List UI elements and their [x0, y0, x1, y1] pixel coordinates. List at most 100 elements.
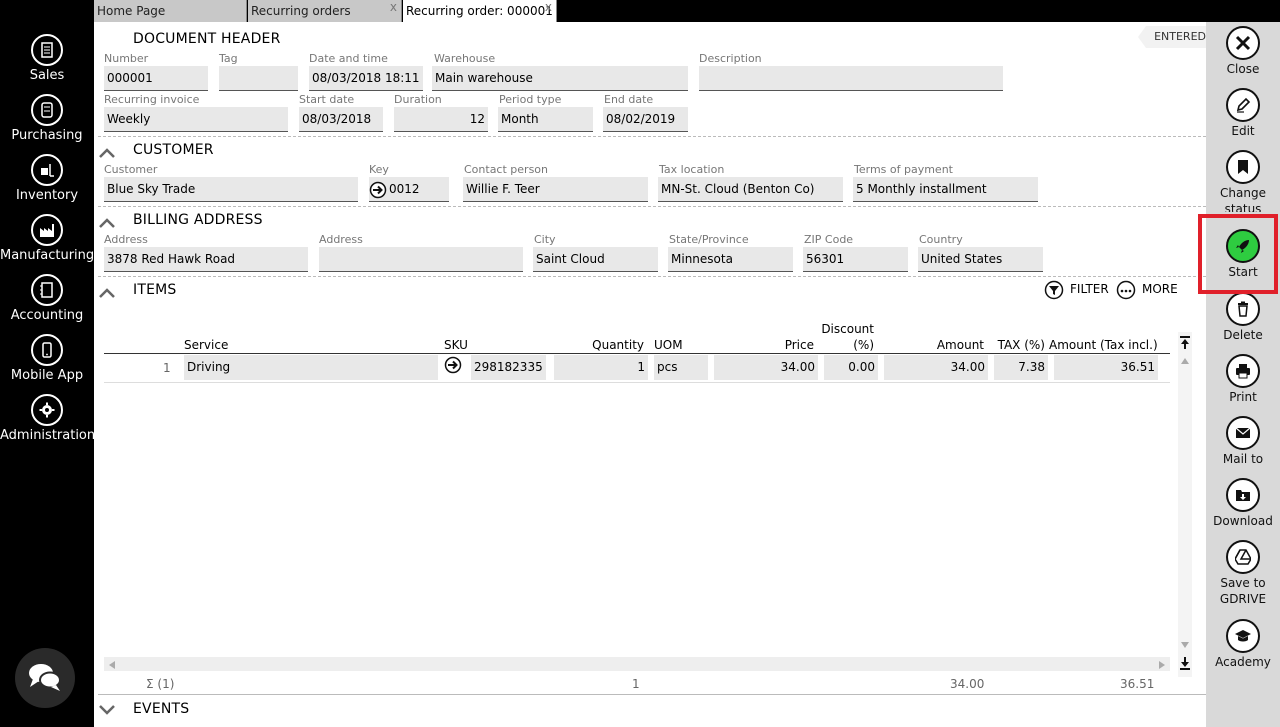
tax-cell[interactable]: 7.38 — [994, 355, 1048, 380]
chevron-down-icon[interactable] — [98, 704, 116, 716]
action-label: Save to GDRIVE — [1219, 576, 1267, 606]
tag-label: Tag — [219, 52, 238, 65]
address1-field[interactable]: 3878 Red Hawk Road — [104, 247, 308, 272]
column-header-sku[interactable]: SKU — [444, 338, 468, 352]
nav-label: Sales — [29, 68, 65, 83]
action-label: Download — [1213, 514, 1273, 528]
datetime-label: Date and time — [309, 52, 388, 65]
start-date-field[interactable]: 08/03/2018 — [299, 107, 383, 132]
price-cell[interactable]: 34.00 — [714, 355, 818, 380]
tab-label: Recurring orders — [251, 4, 351, 18]
download-button[interactable]: Download — [1206, 478, 1280, 529]
column-header-quantity[interactable]: Quantity — [574, 338, 644, 352]
duration-field[interactable]: 12 — [394, 107, 488, 132]
quantity-cell[interactable]: 1 — [554, 355, 648, 380]
nav-accounting[interactable]: Accounting — [0, 274, 94, 324]
period-type-field[interactable]: Month — [498, 107, 593, 132]
mail-to-button[interactable]: Mail to — [1206, 416, 1280, 467]
inventory-icon — [31, 154, 63, 186]
tab-bar: Home Page Recurring orders x Recurring or… — [94, 0, 1206, 22]
print-button[interactable]: Print — [1206, 354, 1280, 405]
nav-inventory[interactable]: Inventory — [0, 154, 94, 204]
nav-mobile-app[interactable]: Mobile App — [0, 334, 94, 384]
address2-field[interactable] — [319, 247, 523, 272]
country-field[interactable]: United States — [918, 247, 1043, 272]
nav-label: Manufacturing — [0, 248, 95, 263]
state-field[interactable]: Minnesota — [668, 247, 793, 272]
scroll-bottom-icon[interactable] — [1179, 656, 1191, 670]
main-panel: ENTERED DOCUMENT HEADER Number 000001 Ta… — [94, 22, 1210, 727]
save-to-gdrive-button[interactable]: Save to GDRIVE — [1206, 540, 1280, 607]
action-label: Print — [1229, 390, 1257, 404]
customer-field[interactable]: Blue Sky Trade — [104, 177, 358, 202]
datetime-field[interactable]: 08/03/2018 18:11 — [309, 66, 423, 91]
section-divider — [98, 136, 1206, 137]
recurring-invoice-field[interactable]: Weekly — [104, 107, 288, 132]
column-header-service[interactable]: Service — [184, 338, 228, 352]
tab-home-page[interactable]: Home Page — [94, 0, 247, 22]
close-icon[interactable]: x — [545, 0, 552, 18]
scroll-left-icon[interactable] — [109, 661, 115, 669]
chat-button[interactable] — [15, 648, 75, 708]
end-date-field[interactable]: 08/02/2019 — [603, 107, 688, 132]
nav-label: Accounting — [10, 308, 84, 323]
discount-cell[interactable]: 0.00 — [824, 355, 878, 380]
scroll-down-icon[interactable] — [1181, 642, 1189, 648]
chevron-up-icon[interactable] — [98, 217, 116, 229]
nav-label: Purchasing — [11, 128, 83, 143]
address1-label: Address — [104, 233, 148, 246]
terms-of-payment-field[interactable]: 5 Monthly installment — [853, 177, 1038, 202]
contact-person-field[interactable]: Willie F. Teer — [463, 177, 648, 202]
warehouse-field[interactable]: Main warehouse — [432, 66, 688, 91]
arrow-right-circle-icon[interactable] — [444, 356, 462, 374]
tab-recurring-order-000001[interactable]: Recurring order: 000001 x — [403, 0, 557, 22]
chevron-up-icon[interactable] — [98, 287, 116, 299]
column-header-uom[interactable]: UOM — [654, 338, 683, 352]
scroll-right-icon[interactable] — [1159, 661, 1165, 669]
scroll-up-icon[interactable] — [1181, 358, 1189, 364]
nav-purchasing[interactable]: Purchasing — [0, 94, 94, 144]
scroll-top-icon[interactable] — [1179, 336, 1191, 350]
zip-field[interactable]: 56301 — [803, 247, 908, 272]
close-icon[interactable]: x — [390, 0, 397, 18]
city-field[interactable]: Saint Cloud — [533, 247, 658, 272]
section-title-items: ITEMS — [133, 282, 177, 298]
sku-cell[interactable]: 298182335 — [471, 355, 546, 380]
description-label: Description — [699, 52, 762, 65]
arrow-right-circle-icon[interactable] — [369, 181, 387, 199]
nav-administration[interactable]: Administration — [0, 394, 95, 444]
section-title-document-header: DOCUMENT HEADER — [133, 31, 281, 47]
uom-cell[interactable]: pcs — [654, 355, 708, 380]
tax-location-field[interactable]: MN-St. Cloud (Benton Co) — [658, 177, 843, 202]
service-cell[interactable]: Driving — [184, 355, 438, 380]
column-header-amount-tax-incl[interactable]: Amount (Tax incl.) — [1049, 338, 1158, 352]
chevron-up-icon[interactable] — [98, 147, 116, 159]
close-button[interactable]: Close — [1206, 26, 1280, 77]
amount-cell[interactable]: 34.00 — [884, 355, 988, 380]
number-field[interactable]: 000001 — [104, 66, 208, 91]
column-header-discount[interactable]: Discount — [814, 322, 874, 336]
edit-button[interactable]: Edit — [1206, 88, 1280, 139]
column-header-amount[interactable]: Amount — [914, 338, 984, 352]
horizontal-scrollbar[interactable] — [104, 657, 1170, 671]
more-label: MORE — [1142, 282, 1178, 296]
filter-icon — [1044, 280, 1064, 300]
tag-field[interactable] — [219, 66, 298, 91]
change-status-button[interactable]: Change status — [1206, 150, 1280, 212]
section-title-customer: CUSTOMER — [133, 142, 214, 158]
column-header-price[interactable]: Price — [754, 338, 814, 352]
amount-tax-incl-cell[interactable]: 36.51 — [1054, 355, 1158, 380]
column-header-discount-unit: (%) — [853, 338, 874, 352]
vertical-scrollbar[interactable] — [1178, 332, 1192, 677]
column-header-tax[interactable]: TAX (%) — [989, 338, 1045, 352]
duration-label: Duration — [394, 93, 442, 106]
nav-manufacturing[interactable]: Manufacturing — [0, 214, 94, 264]
nav-sales[interactable]: Sales — [0, 34, 94, 84]
trash-icon — [1226, 292, 1260, 326]
academy-button[interactable]: Academy — [1206, 619, 1280, 670]
tab-recurring-orders[interactable]: Recurring orders x — [248, 0, 402, 22]
gdrive-icon — [1226, 540, 1260, 574]
delete-button[interactable]: Delete — [1206, 292, 1280, 343]
description-field[interactable] — [699, 66, 1003, 91]
section-title-billing-address: BILLING ADDRESS — [133, 212, 263, 228]
